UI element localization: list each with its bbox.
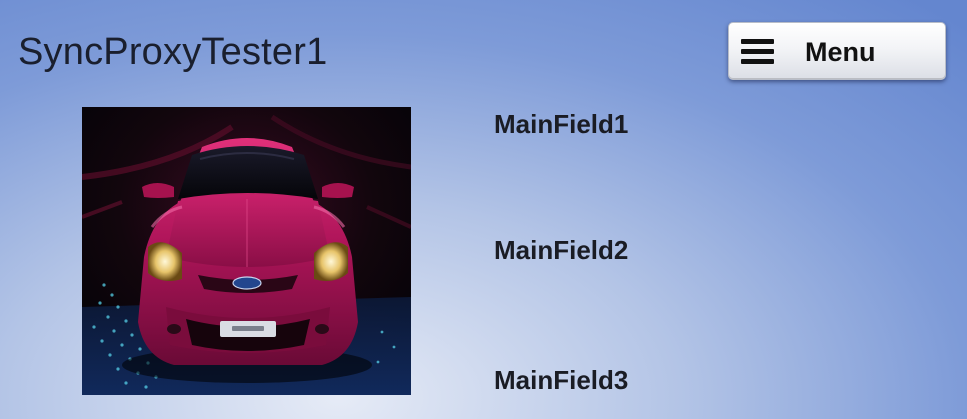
menu-button[interactable]: Menu [728, 22, 946, 80]
hamburger-menu-icon [741, 39, 774, 65]
main-field-3: MainField3 [494, 365, 629, 395]
main-field-2: MainField2 [494, 235, 629, 265]
app-title: SyncProxyTester1 [18, 31, 328, 73]
menu-button-label: Menu [805, 37, 876, 67]
main-field-1: MainField1 [494, 109, 629, 139]
car-image [82, 107, 411, 395]
